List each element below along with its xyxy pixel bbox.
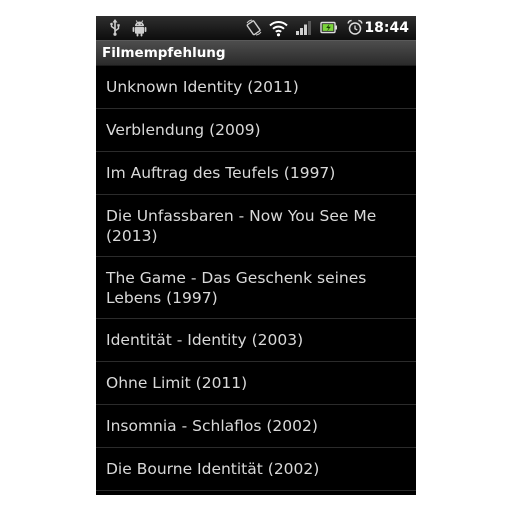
list-item[interactable]: Unknown Identity (2011): [96, 66, 416, 109]
list-item-label: Identität - Identity (2003): [106, 331, 304, 349]
movie-list: Unknown Identity (2011) Verblendung (200…: [96, 66, 416, 491]
alarm-icon: [347, 19, 363, 35]
list-item[interactable]: Verblendung (2009): [96, 109, 416, 152]
list-item[interactable]: Die Bourne Identität (2002): [96, 448, 416, 491]
status-clock: 18:44: [364, 20, 409, 36]
signal-icon: [296, 21, 311, 35]
list-item[interactable]: Im Auftrag des Teufels (1997): [96, 152, 416, 195]
list-item-label: Die Unfassbaren - Now You See Me (2013): [106, 206, 377, 245]
list-item-label: Verblendung (2009): [106, 121, 261, 139]
wifi-icon: [269, 21, 288, 37]
list-item[interactable]: Die Unfassbaren - Now You See Me (2013): [96, 195, 416, 257]
list-item-label: Die Bourne Identität (2002): [106, 460, 320, 478]
list-item-label: Im Auftrag des Teufels (1997): [106, 164, 336, 182]
app-title-bar: Filmempfehlung: [96, 40, 416, 66]
phone-screen: 18:44 Filmempfehlung Unknown Identity (2…: [96, 16, 416, 495]
list-item-label: Ohne Limit (2011): [106, 374, 248, 392]
list-item-label: Unknown Identity (2011): [106, 78, 299, 96]
list-item[interactable]: The Game - Das Geschenk seines Lebens (1…: [96, 257, 416, 319]
rotation-icon: [246, 19, 262, 36]
list-item-label: The Game - Das Geschenk seines Lebens (1…: [106, 268, 367, 307]
app-title: Filmempfehlung: [102, 45, 226, 61]
list-item-label: Insomnia - Schlaflos (2002): [106, 417, 318, 435]
list-item[interactable]: Identität - Identity (2003): [96, 319, 416, 362]
usb-icon: [110, 19, 120, 36]
android-debug-icon: [132, 20, 147, 37]
list-item[interactable]: Insomnia - Schlaflos (2002): [96, 405, 416, 448]
list-item[interactable]: Ohne Limit (2011): [96, 362, 416, 405]
battery-icon: [320, 21, 337, 34]
status-bar: 18:44: [96, 16, 416, 40]
